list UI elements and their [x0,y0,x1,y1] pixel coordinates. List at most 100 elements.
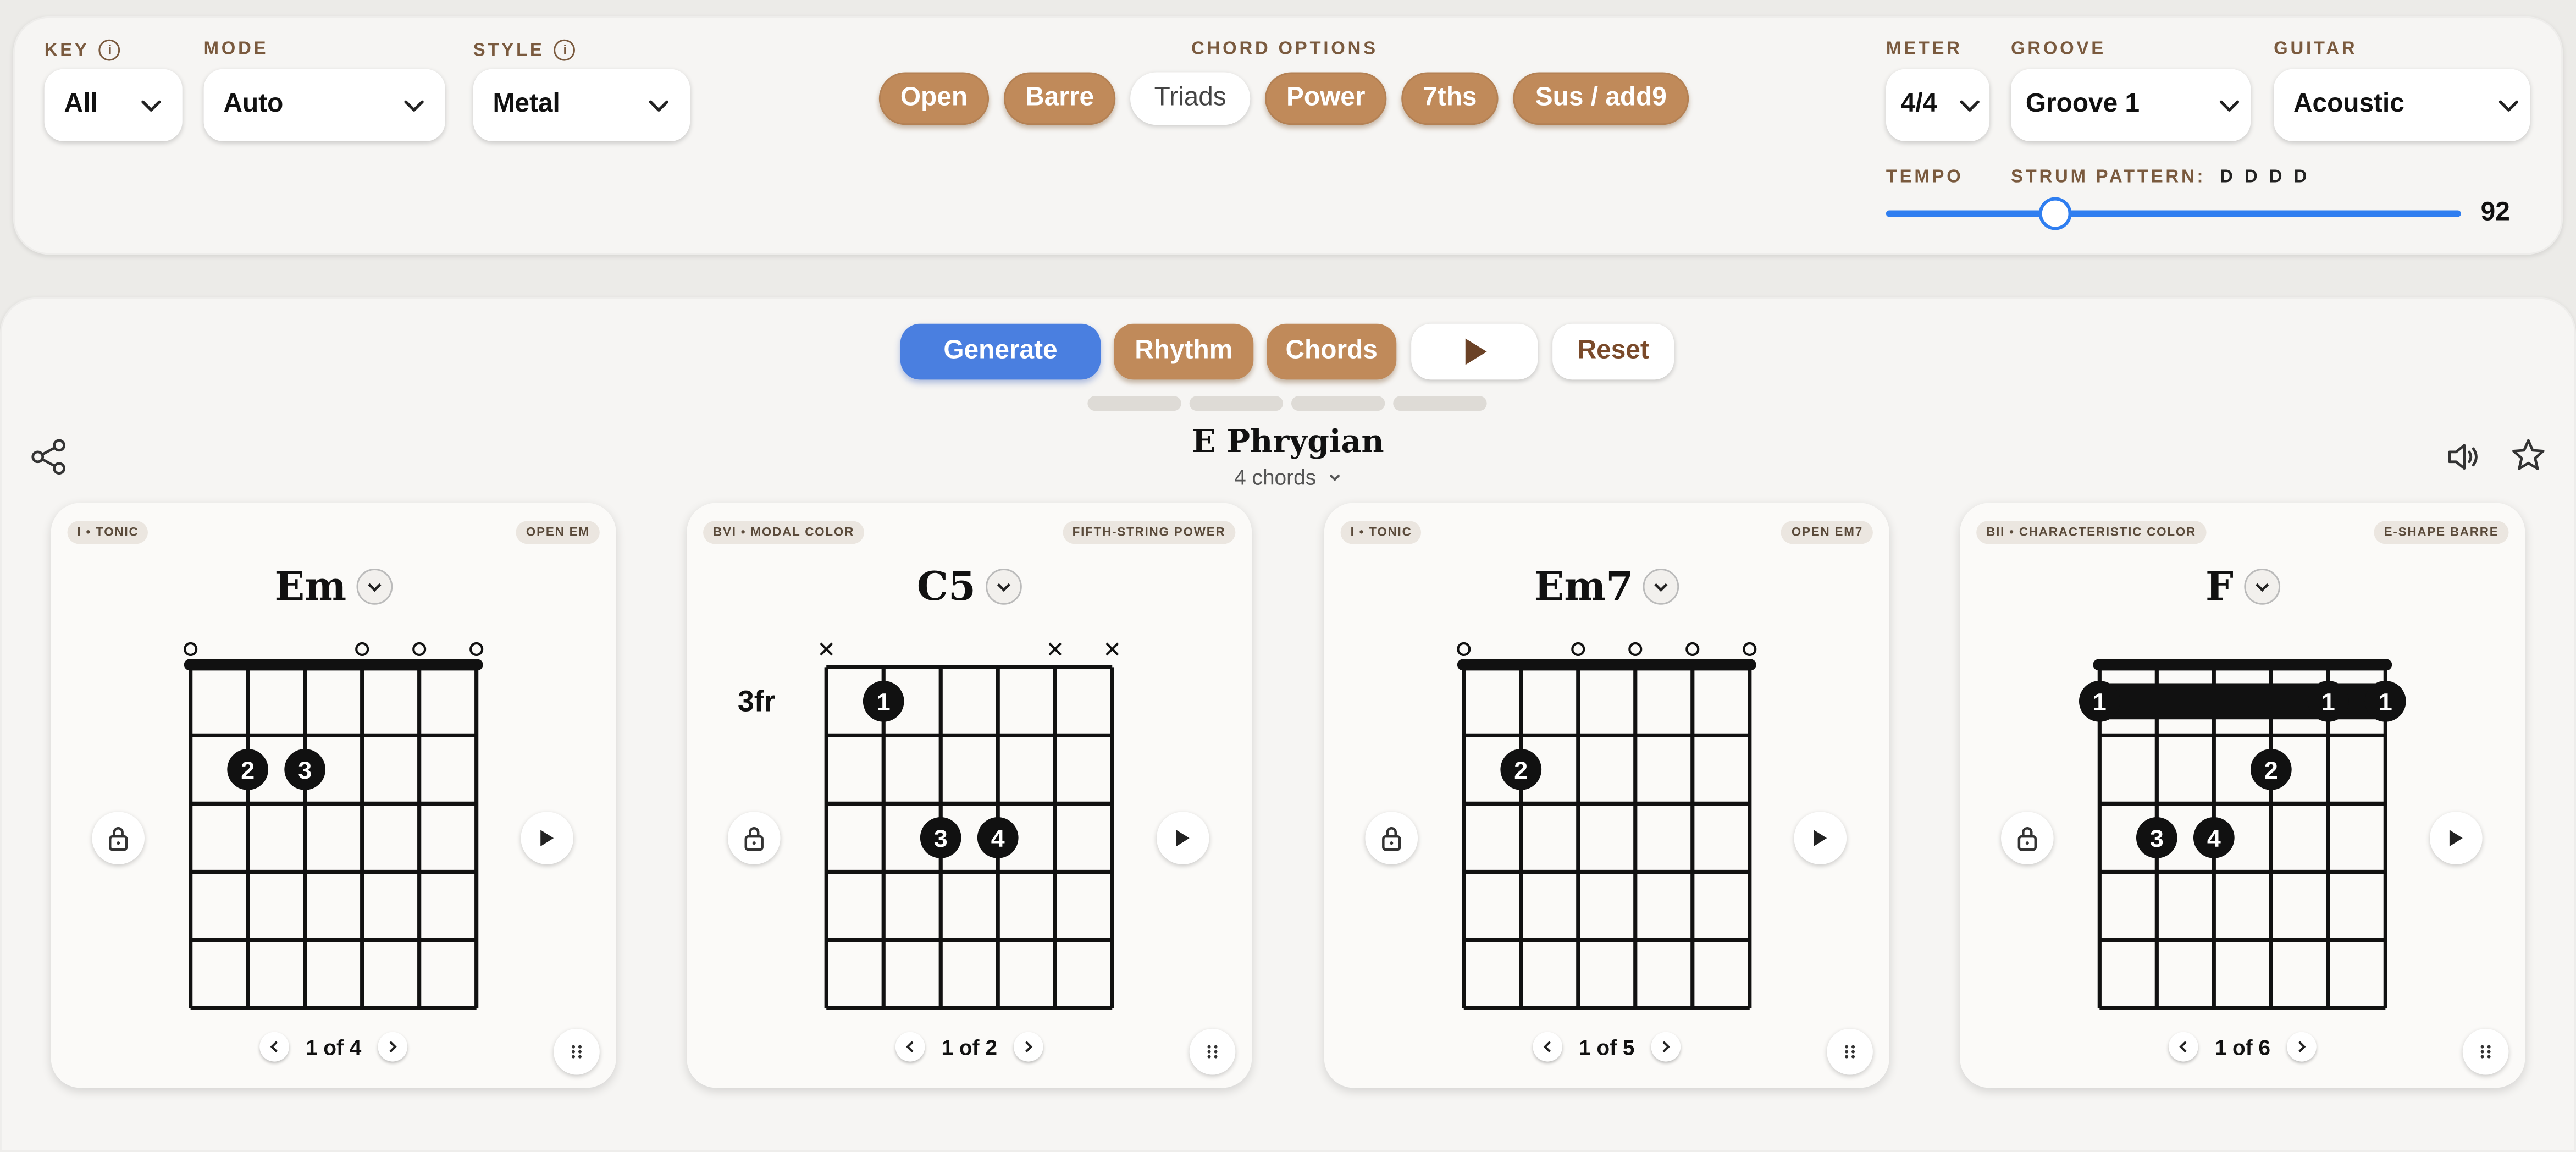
finger-number: 1 [2093,688,2107,716]
chord-option-triads[interactable]: Triads [1130,72,1251,125]
chevron-left-icon [270,1041,278,1053]
finger-number: 3 [298,757,312,784]
grip-icon [1845,1045,1855,1059]
drag-handle[interactable] [1827,1028,1873,1075]
style-select[interactable]: Metal [473,69,690,142]
mode-value: Auto [223,90,284,119]
grip-icon [572,1045,582,1059]
key-value: All [64,90,98,119]
progress-segment [1393,396,1487,411]
chevron-right-icon [2298,1041,2306,1053]
chord-options-label: CHORD OPTIONS [1191,39,1378,59]
prev-variation-button[interactable] [2168,1032,2198,1062]
groove-label: GROOVE [2010,39,2106,59]
chord-count-toggle[interactable]: 4 chords [0,465,2576,490]
drag-handle[interactable] [1189,1028,1236,1075]
muted-string-marker [820,642,833,656]
mode-select[interactable]: Auto [203,69,445,142]
prev-variation-button[interactable] [1533,1032,1563,1062]
next-variation-button[interactable] [378,1032,408,1062]
prev-variation-button[interactable] [895,1032,925,1062]
chevron-left-icon [906,1041,914,1053]
nut [184,659,483,671]
variation-pager: 1 of 5 [1324,1032,1889,1062]
groove-select[interactable]: Groove 1 [2010,69,2251,142]
finger-number: 3 [934,825,948,852]
variation-counter: 1 of 2 [941,1034,997,1060]
speaker-icon[interactable] [2446,440,2483,473]
chord-option-barre[interactable]: Barre [1003,72,1116,125]
play-button[interactable] [1411,323,1538,380]
rhythm-button[interactable]: Rhythm [1114,323,1254,380]
meter-label: METER [1886,39,1963,59]
guitar-select[interactable]: Acoustic [2274,69,2530,142]
chevron-down-icon [2219,100,2240,112]
open-string-marker [1457,642,1471,657]
style-value: Metal [493,90,560,119]
grip-icon [1207,1045,1218,1059]
chord-diagram: 1 1 1 2 3 4 [2079,659,2406,1011]
variation-counter: 1 of 4 [305,1034,362,1060]
variation-counter: 1 of 5 [1579,1034,1635,1060]
progression-title: E Phrygian [1192,424,1384,460]
drag-handle[interactable] [2462,1028,2509,1075]
chord-option-sus-add9[interactable]: Sus / add9 [1513,72,1689,125]
chevron-right-icon [389,1041,397,1053]
nut [2093,659,2392,671]
grip-icon [2480,1045,2491,1059]
chord-option-open[interactable]: Open [878,72,990,125]
chord-diagram: 2 [1457,642,1757,1011]
drag-handle[interactable] [554,1028,600,1075]
chord-card: BVI • MODAL COLOR FIFTH-STRING POWER C5 … [687,503,1252,1088]
finger-number: 1 [877,688,891,716]
app-root: KEY i All MODE Auto STYLE i Metal CHORD OP… [0,0,2576,1152]
chevron-down-icon [404,100,424,112]
chord-card: I • TONIC OPEN EM7 Em7 1 of 5 2 [1324,503,1889,1088]
chevron-down-icon [141,100,161,112]
variation-pager: 1 of 4 [51,1032,616,1062]
chords-button[interactable]: Chords [1267,323,1397,380]
key-select[interactable]: All [44,69,183,142]
strum-pattern-value: D D D D [2220,167,2310,188]
prev-variation-button[interactable] [259,1032,290,1062]
nut [1457,659,1756,671]
tempo-slider-track [1886,210,2461,217]
next-variation-button[interactable] [1013,1032,1043,1062]
guitar-value: Acoustic [2293,90,2404,119]
star-icon[interactable] [2510,437,2546,473]
finger-number: 2 [241,757,255,784]
tempo-value: 92 [2480,199,2510,227]
next-variation-button[interactable] [2286,1032,2317,1062]
next-variation-button[interactable] [1651,1032,1681,1062]
variation-counter: 1 of 6 [2214,1034,2271,1060]
finger-number: 2 [1514,757,1528,784]
chevron-down-icon [1960,100,1980,112]
tempo-slider[interactable] [1886,197,2464,230]
generate-button[interactable]: Generate [900,323,1101,380]
finger-number: 4 [2207,825,2221,852]
open-string-marker [469,642,484,657]
fret-position-label: 3fr [738,685,776,718]
chord-option-power[interactable]: Power [1265,72,1387,125]
finger-number: 2 [2264,757,2278,784]
open-string-marker [1628,642,1643,657]
open-string-marker [1685,642,1700,657]
chord-option-7ths[interactable]: 7ths [1401,72,1499,125]
play-icon [1464,338,1486,365]
open-string-marker [355,642,369,657]
variation-pager: 1 of 2 [687,1032,1252,1062]
chevron-down-icon [2498,100,2519,112]
chord-count: 4 chords [1234,465,1317,490]
chord-card: I • TONIC OPEN EM Em 1 of 4 23 [51,503,616,1088]
muted-string-marker [1048,642,1062,656]
chord-diagram: 3fr 1 3 4 [738,642,1119,1011]
meter-select[interactable]: 4/4 [1886,69,1990,142]
chevron-left-icon [1543,1041,1551,1053]
muted-string-marker [1105,642,1119,656]
chevron-right-icon [1025,1041,1033,1053]
tempo-slider-thumb[interactable] [2039,197,2072,230]
finger-number: 4 [991,825,1005,852]
reset-button[interactable]: Reset [1552,323,1674,380]
progress-segment [1087,396,1181,411]
groove-value: Groove 1 [2025,90,2140,119]
